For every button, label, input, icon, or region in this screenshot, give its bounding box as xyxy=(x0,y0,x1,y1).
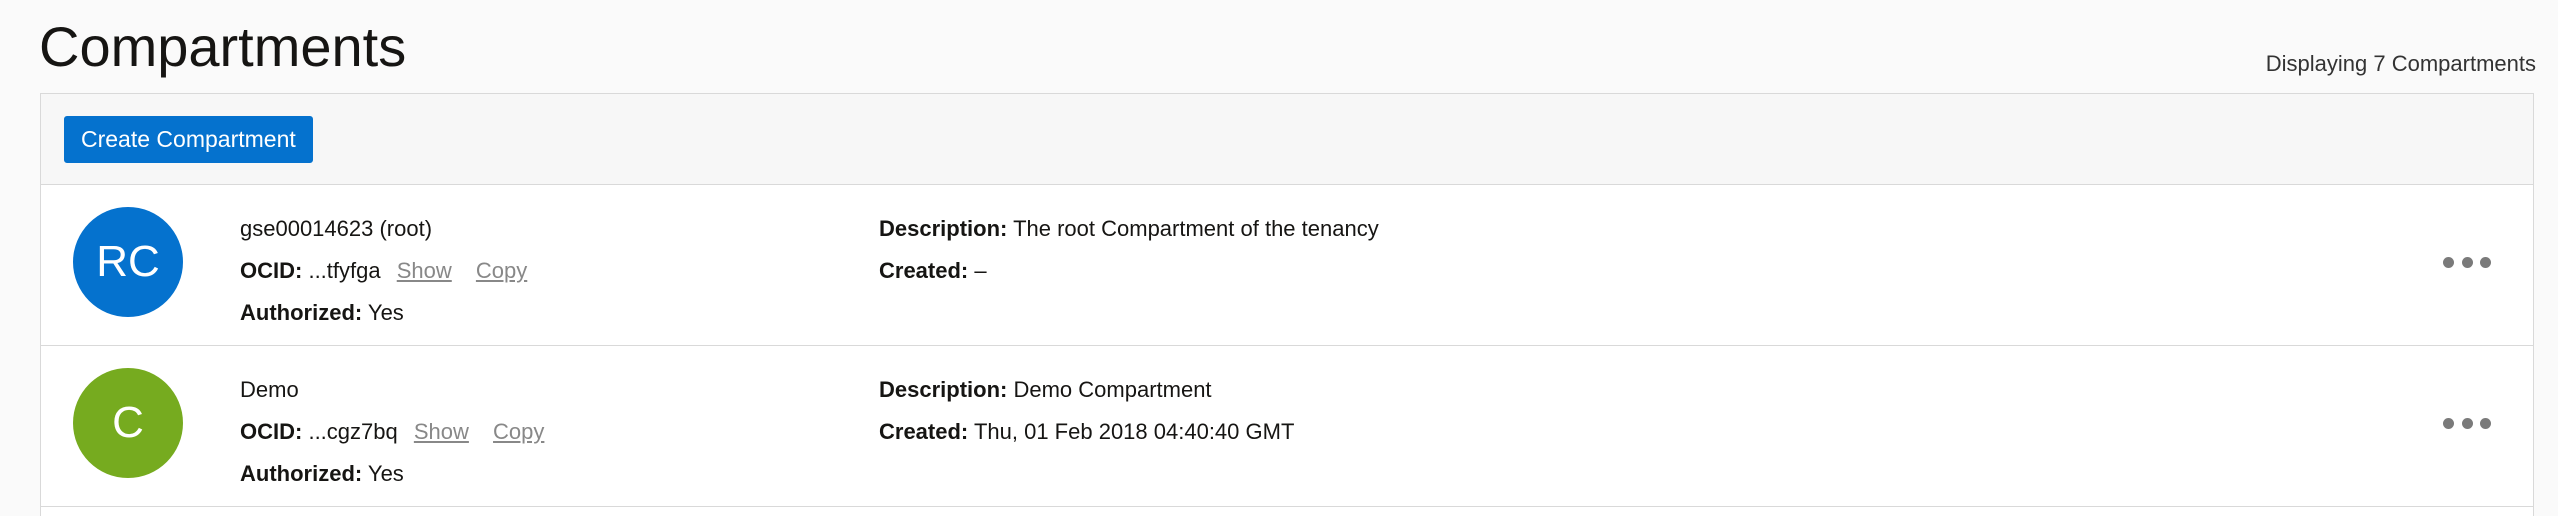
created-label: Created: xyxy=(879,419,969,444)
authorized-line: Authorized: Yes xyxy=(240,453,544,495)
ocid-label: OCID: xyxy=(240,258,303,283)
created-label: Created: xyxy=(879,258,969,283)
authorized-value: Yes xyxy=(367,461,404,486)
ocid-line: OCID: ...cgz7bq Show Copy xyxy=(240,411,544,453)
copy-ocid-link[interactable]: Copy xyxy=(476,258,527,283)
compartment-info: Demo OCID: ...cgz7bq Show Copy Authorize… xyxy=(240,369,544,495)
dot xyxy=(2461,417,2473,429)
dot xyxy=(2480,417,2491,429)
dot xyxy=(2443,417,2454,429)
create-compartment-button[interactable]: Create Compartment xyxy=(64,116,313,163)
show-ocid-link[interactable]: Show xyxy=(414,419,469,444)
compartment-info: gse00014623 (root) OCID: ...tfyfga Show … xyxy=(240,208,527,334)
display-count: Displaying 7 Compartments xyxy=(2265,51,2536,76)
compartment-name[interactable]: gse00014623 (root) xyxy=(240,208,527,250)
avatar: C xyxy=(73,368,183,478)
created-value: – xyxy=(974,258,987,283)
ocid-value: ...cgz7bq xyxy=(308,419,398,444)
description-value: Demo Compartment xyxy=(1013,377,1212,402)
description-line: Description: Demo Compartment xyxy=(879,369,1294,411)
compartment-details: Description: The root Compartment of the… xyxy=(879,208,1379,292)
compartment-row: C Demo OCID: ...cgz7bq Show Copy Authori… xyxy=(41,346,2533,507)
authorized-line: Authorized: Yes xyxy=(240,292,527,334)
dot xyxy=(2443,256,2454,268)
compartment-row: RC gse00014623 (root) OCID: ...tfyfga Sh… xyxy=(41,185,2533,346)
ocid-value: ...tfyfga xyxy=(308,258,381,283)
ocid-line: OCID: ...tfyfga Show Copy xyxy=(240,250,527,292)
authorized-label: Authorized: xyxy=(240,461,363,486)
compartment-name[interactable]: Demo xyxy=(240,369,544,411)
compartment-details: Description: Demo Compartment Created: T… xyxy=(879,369,1294,453)
description-line: Description: The root Compartment of the… xyxy=(879,208,1379,250)
copy-ocid-link[interactable]: Copy xyxy=(493,419,544,444)
compartments-page: Compartments Displaying 7 Compartments C… xyxy=(0,0,2558,516)
page-title: Compartments xyxy=(39,15,407,78)
authorized-value: Yes xyxy=(367,300,404,325)
avatar: RC xyxy=(73,207,183,317)
show-ocid-link[interactable]: Show xyxy=(397,258,452,283)
compartments-panel: Create Compartment RC gse00014623 (root)… xyxy=(40,93,2534,516)
more-actions-icon[interactable] xyxy=(2443,251,2491,273)
created-line: Created: – xyxy=(879,250,1379,292)
created-line: Created: Thu, 01 Feb 2018 04:40:40 GMT xyxy=(879,411,1294,453)
dot xyxy=(2461,256,2473,268)
dot xyxy=(2480,256,2491,268)
description-label: Description: xyxy=(879,216,1008,241)
description-value: The root Compartment of the tenancy xyxy=(1013,216,1379,241)
more-actions-icon[interactable] xyxy=(2443,412,2491,434)
description-label: Description: xyxy=(879,377,1008,402)
created-value: Thu, 01 Feb 2018 04:40:40 GMT xyxy=(973,419,1295,444)
ocid-label: OCID: xyxy=(240,419,303,444)
authorized-label: Authorized: xyxy=(240,300,363,325)
toolbar: Create Compartment xyxy=(41,94,2533,185)
